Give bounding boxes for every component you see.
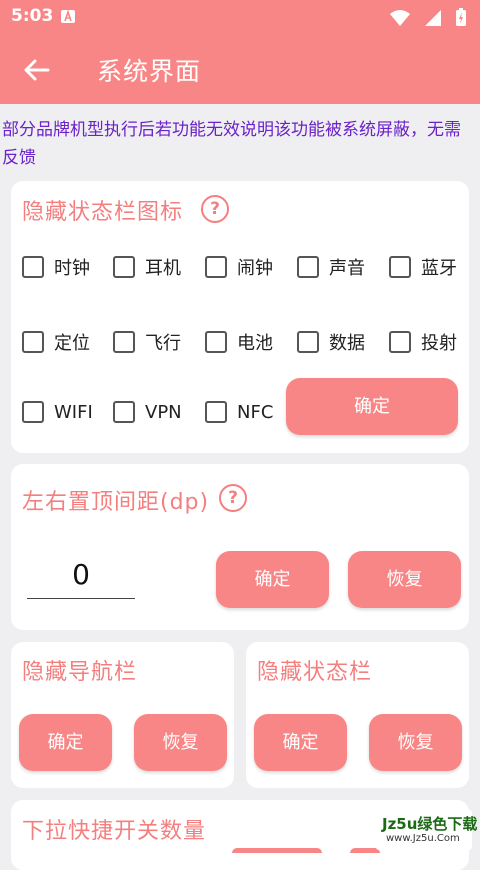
checkbox-option[interactable]: 耳机: [113, 254, 181, 280]
wifi-icon: [389, 10, 410, 26]
checkbox-box[interactable]: [205, 256, 227, 278]
checkbox-label: 数据: [329, 333, 365, 354]
app-bar: 系统界面: [0, 36, 480, 104]
checkbox-option[interactable]: 飞行: [113, 329, 181, 355]
checkbox-box[interactable]: [22, 256, 44, 278]
notice-text: 部分品牌机型执行后若功能无效说明该功能被系统屏蔽，无需反馈: [2, 120, 461, 168]
checkbox-option[interactable]: WIFI: [22, 401, 93, 423]
nav-bar-restore-button[interactable]: 恢复: [134, 714, 227, 771]
checkbox-label: 耳机: [145, 258, 181, 279]
help-icon[interactable]: ?: [201, 195, 229, 223]
checkbox-option[interactable]: 投射: [389, 329, 457, 355]
checkbox-option[interactable]: 闹钟: [205, 254, 273, 280]
battery-icon: [456, 8, 466, 26]
notification-app-icon: [61, 10, 75, 23]
hide-status-icons-title: 隐藏状态栏图标: [22, 200, 184, 225]
checkbox-box[interactable]: [205, 401, 227, 423]
status-bar-restore-button[interactable]: 恢复: [369, 714, 462, 771]
quick-switch-title: 下拉快捷开关数量: [22, 819, 207, 844]
system-indicators: [389, 8, 466, 30]
quick-switch-button-partial[interactable]: [232, 848, 322, 853]
checkbox-label: 飞行: [145, 333, 181, 354]
checkbox-box[interactable]: [297, 256, 319, 278]
quick-switch-button-partial[interactable]: [350, 848, 380, 853]
hide-icons-confirm-button[interactable]: 确定: [286, 378, 458, 435]
checkbox-label: 投射: [421, 333, 457, 354]
watermark: Jz5u绿色下载 www.Jz5u.Com: [376, 810, 477, 850]
checkbox-option[interactable]: 蓝牙: [389, 254, 457, 280]
signal-icon: [424, 10, 441, 26]
margin-restore-button[interactable]: 恢复: [348, 551, 461, 608]
checkbox-box[interactable]: [113, 256, 135, 278]
checkbox-option[interactable]: 时钟: [22, 254, 90, 280]
checkbox-option[interactable]: 电池: [205, 329, 273, 355]
checkbox-label: 蓝牙: [421, 258, 457, 279]
watermark-text: Jz5u绿色下载: [382, 815, 478, 833]
checkbox-label: 定位: [54, 333, 90, 354]
status-time: 5:03: [11, 6, 54, 26]
checkbox-box[interactable]: [113, 331, 135, 353]
checkbox-label: 闹钟: [237, 258, 273, 279]
back-arrow-icon[interactable]: [22, 56, 50, 84]
checkbox-box[interactable]: [389, 256, 411, 278]
checkbox-box[interactable]: [22, 331, 44, 353]
status-bar: 5:03: [0, 0, 480, 36]
help-icon[interactable]: ?: [219, 484, 247, 512]
checkbox-label: WIFI: [54, 401, 93, 423]
nav-bar-confirm-button[interactable]: 确定: [19, 714, 112, 771]
checkbox-label: VPN: [145, 401, 182, 423]
checkbox-box[interactable]: [297, 331, 319, 353]
hide-nav-bar-title: 隐藏导航栏: [22, 660, 138, 685]
hide-status-bar-title: 隐藏状态栏: [257, 660, 373, 685]
checkbox-box[interactable]: [22, 401, 44, 423]
status-bar-confirm-button[interactable]: 确定: [254, 714, 347, 771]
watermark-url: www.Jz5u.Com: [386, 833, 460, 844]
checkbox-option[interactable]: 定位: [22, 329, 90, 355]
checkbox-label: NFC: [237, 401, 274, 423]
page-title: 系统界面: [97, 57, 202, 86]
checkbox-label: 时钟: [54, 258, 90, 279]
checkbox-box[interactable]: [205, 331, 227, 353]
checkbox-box[interactable]: [389, 331, 411, 353]
checkbox-box[interactable]: [113, 401, 135, 423]
checkbox-label: 电池: [237, 333, 273, 354]
checkbox-label: 声音: [329, 258, 365, 279]
checkbox-option[interactable]: 声音: [297, 254, 365, 280]
checkbox-option[interactable]: NFC: [205, 401, 273, 423]
checkbox-option[interactable]: VPN: [113, 401, 182, 423]
checkbox-option[interactable]: 数据: [297, 329, 365, 355]
margin-confirm-button[interactable]: 确定: [216, 551, 329, 608]
top-margin-title: 左右置顶间距(dp): [22, 490, 210, 515]
margin-value-input[interactable]: 0: [27, 556, 135, 599]
